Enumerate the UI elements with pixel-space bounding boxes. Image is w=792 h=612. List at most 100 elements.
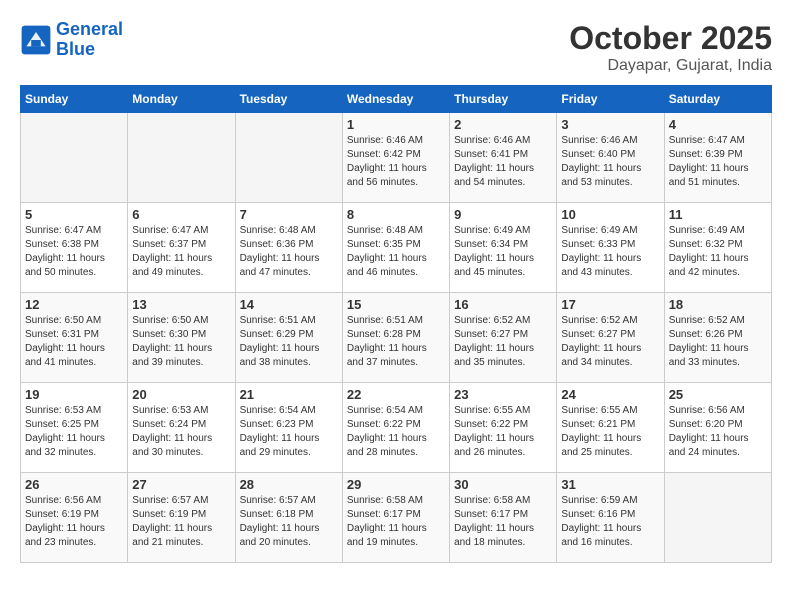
cell-content: Sunrise: 6:50 AM Sunset: 6:30 PM Dayligh… <box>132 314 230 370</box>
day-of-week-thursday: Thursday <box>450 86 557 113</box>
calendar-cell: 7Sunrise: 6:48 AM Sunset: 6:36 PM Daylig… <box>235 203 342 293</box>
logo: General Blue <box>20 20 123 60</box>
week-row-5: 26 Sunrise: 6:56 AM Sunset: 6:19 PM Dayli… <box>21 473 772 563</box>
day-number: 19 <box>25 387 123 402</box>
week-row-4: 19 Sunrise: 6:53 AM Sunset: 6:25 PM Dayli… <box>21 383 772 473</box>
logo-text: General Blue <box>56 20 123 60</box>
day-number: 22 <box>347 387 445 402</box>
day-number: 16 <box>454 297 552 312</box>
calendar-cell: 31 Sunrise: 6:59 AM Sunset: 6:16 PM Dayli… <box>557 473 664 563</box>
logo-line2: Blue <box>56 39 95 59</box>
day-number: 21 <box>240 387 338 402</box>
calendar-cell: 1Sunrise: 6:46 AM Sunset: 6:42 PM Daylig… <box>342 113 449 203</box>
calendar-cell <box>128 113 235 203</box>
day-of-week-saturday: Saturday <box>664 86 771 113</box>
cell-content: Sunrise: 6:57 AM Sunset: 6:18 PM Dayligh… <box>240 494 338 550</box>
days-of-week-row: SundayMondayTuesdayWednesdayThursdayFrid… <box>21 86 772 113</box>
cell-content: Sunrise: 6:56 AM Sunset: 6:19 PM Dayligh… <box>25 494 123 550</box>
day-of-week-friday: Friday <box>557 86 664 113</box>
day-number: 8 <box>347 207 445 222</box>
week-row-2: 5 Sunrise: 6:47 AM Sunset: 6:38 PM Daylig… <box>21 203 772 293</box>
cell-content: Sunrise: 6:47 AM Sunset: 6:39 PM Dayligh… <box>669 134 767 190</box>
cell-content: Sunrise: 6:55 AM Sunset: 6:22 PM Dayligh… <box>454 404 552 460</box>
day-number: 3 <box>561 117 659 132</box>
cell-content: Sunrise: 6:55 AM Sunset: 6:21 PM Dayligh… <box>561 404 659 460</box>
cell-content: Sunrise: 6:52 AM Sunset: 6:27 PM Dayligh… <box>561 314 659 370</box>
calendar-cell: 4Sunrise: 6:47 AM Sunset: 6:39 PM Daylig… <box>664 113 771 203</box>
calendar-cell: 18Sunrise: 6:52 AM Sunset: 6:26 PM Dayli… <box>664 293 771 383</box>
cell-content: Sunrise: 6:52 AM Sunset: 6:26 PM Dayligh… <box>669 314 767 370</box>
day-number: 15 <box>347 297 445 312</box>
cell-content: Sunrise: 6:49 AM Sunset: 6:32 PM Dayligh… <box>669 224 767 280</box>
day-number: 27 <box>132 477 230 492</box>
cell-content: Sunrise: 6:51 AM Sunset: 6:28 PM Dayligh… <box>347 314 445 370</box>
cell-content: Sunrise: 6:46 AM Sunset: 6:41 PM Dayligh… <box>454 134 552 190</box>
day-number: 17 <box>561 297 659 312</box>
cell-content: Sunrise: 6:53 AM Sunset: 6:24 PM Dayligh… <box>132 404 230 460</box>
calendar-cell <box>235 113 342 203</box>
day-number: 24 <box>561 387 659 402</box>
calendar-cell: 6 Sunrise: 6:47 AM Sunset: 6:37 PM Daylig… <box>128 203 235 293</box>
cell-content: Sunrise: 6:48 AM Sunset: 6:35 PM Dayligh… <box>347 224 445 280</box>
cell-content: Sunrise: 6:57 AM Sunset: 6:19 PM Dayligh… <box>132 494 230 550</box>
cell-content: Sunrise: 6:50 AM Sunset: 6:31 PM Dayligh… <box>25 314 123 370</box>
day-number: 31 <box>561 477 659 492</box>
calendar-cell <box>21 113 128 203</box>
calendar-cell: 29Sunrise: 6:58 AM Sunset: 6:17 PM Dayli… <box>342 473 449 563</box>
day-of-week-tuesday: Tuesday <box>235 86 342 113</box>
day-number: 25 <box>669 387 767 402</box>
calendar-cell: 10Sunrise: 6:49 AM Sunset: 6:33 PM Dayli… <box>557 203 664 293</box>
day-of-week-monday: Monday <box>128 86 235 113</box>
day-number: 9 <box>454 207 552 222</box>
day-of-week-wednesday: Wednesday <box>342 86 449 113</box>
cell-content: Sunrise: 6:54 AM Sunset: 6:22 PM Dayligh… <box>347 404 445 460</box>
cell-content: Sunrise: 6:52 AM Sunset: 6:27 PM Dayligh… <box>454 314 552 370</box>
calendar-cell: 9Sunrise: 6:49 AM Sunset: 6:34 PM Daylig… <box>450 203 557 293</box>
day-number: 14 <box>240 297 338 312</box>
cell-content: Sunrise: 6:47 AM Sunset: 6:37 PM Dayligh… <box>132 224 230 280</box>
calendar-cell: 3 Sunrise: 6:46 AM Sunset: 6:40 PM Daylig… <box>557 113 664 203</box>
calendar-table: SundayMondayTuesdayWednesdayThursdayFrid… <box>20 85 772 563</box>
calendar-cell: 23 Sunrise: 6:55 AM Sunset: 6:22 PM Dayli… <box>450 383 557 473</box>
cell-content: Sunrise: 6:59 AM Sunset: 6:16 PM Dayligh… <box>561 494 659 550</box>
calendar-header: SundayMondayTuesdayWednesdayThursdayFrid… <box>21 86 772 113</box>
calendar-cell <box>664 473 771 563</box>
day-number: 10 <box>561 207 659 222</box>
day-number: 26 <box>25 477 123 492</box>
calendar-cell: 20 Sunrise: 6:53 AM Sunset: 6:24 PM Dayli… <box>128 383 235 473</box>
calendar-cell: 8 Sunrise: 6:48 AM Sunset: 6:35 PM Daylig… <box>342 203 449 293</box>
calendar-cell: 13 Sunrise: 6:50 AM Sunset: 6:30 PM Dayli… <box>128 293 235 383</box>
day-number: 30 <box>454 477 552 492</box>
day-number: 6 <box>132 207 230 222</box>
day-number: 7 <box>240 207 338 222</box>
logo-line1: General <box>56 19 123 39</box>
calendar-cell: 5 Sunrise: 6:47 AM Sunset: 6:38 PM Daylig… <box>21 203 128 293</box>
calendar-cell: 17 Sunrise: 6:52 AM Sunset: 6:27 PM Dayli… <box>557 293 664 383</box>
calendar-cell: 11Sunrise: 6:49 AM Sunset: 6:32 PM Dayli… <box>664 203 771 293</box>
logo-icon <box>20 24 52 56</box>
day-number: 2 <box>454 117 552 132</box>
location-subtitle: Dayapar, Gujarat, India <box>569 57 772 75</box>
day-number: 1 <box>347 117 445 132</box>
day-number: 5 <box>25 207 123 222</box>
day-number: 23 <box>454 387 552 402</box>
calendar-cell: 21Sunrise: 6:54 AM Sunset: 6:23 PM Dayli… <box>235 383 342 473</box>
page-header: General Blue October 2025 Dayapar, Gujar… <box>20 20 772 75</box>
cell-content: Sunrise: 6:46 AM Sunset: 6:40 PM Dayligh… <box>561 134 659 190</box>
month-title: October 2025 <box>569 20 772 57</box>
day-number: 13 <box>132 297 230 312</box>
cell-content: Sunrise: 6:58 AM Sunset: 6:17 PM Dayligh… <box>454 494 552 550</box>
calendar-cell: 12Sunrise: 6:50 AM Sunset: 6:31 PM Dayli… <box>21 293 128 383</box>
week-row-3: 12Sunrise: 6:50 AM Sunset: 6:31 PM Dayli… <box>21 293 772 383</box>
calendar-cell: 30 Sunrise: 6:58 AM Sunset: 6:17 PM Dayli… <box>450 473 557 563</box>
calendar-cell: 27 Sunrise: 6:57 AM Sunset: 6:19 PM Dayli… <box>128 473 235 563</box>
cell-content: Sunrise: 6:53 AM Sunset: 6:25 PM Dayligh… <box>25 404 123 460</box>
calendar-body: 1Sunrise: 6:46 AM Sunset: 6:42 PM Daylig… <box>21 113 772 563</box>
cell-content: Sunrise: 6:51 AM Sunset: 6:29 PM Dayligh… <box>240 314 338 370</box>
cell-content: Sunrise: 6:47 AM Sunset: 6:38 PM Dayligh… <box>25 224 123 280</box>
calendar-cell: 28Sunrise: 6:57 AM Sunset: 6:18 PM Dayli… <box>235 473 342 563</box>
day-number: 29 <box>347 477 445 492</box>
day-number: 20 <box>132 387 230 402</box>
calendar-cell: 14 Sunrise: 6:51 AM Sunset: 6:29 PM Dayli… <box>235 293 342 383</box>
cell-content: Sunrise: 6:56 AM Sunset: 6:20 PM Dayligh… <box>669 404 767 460</box>
